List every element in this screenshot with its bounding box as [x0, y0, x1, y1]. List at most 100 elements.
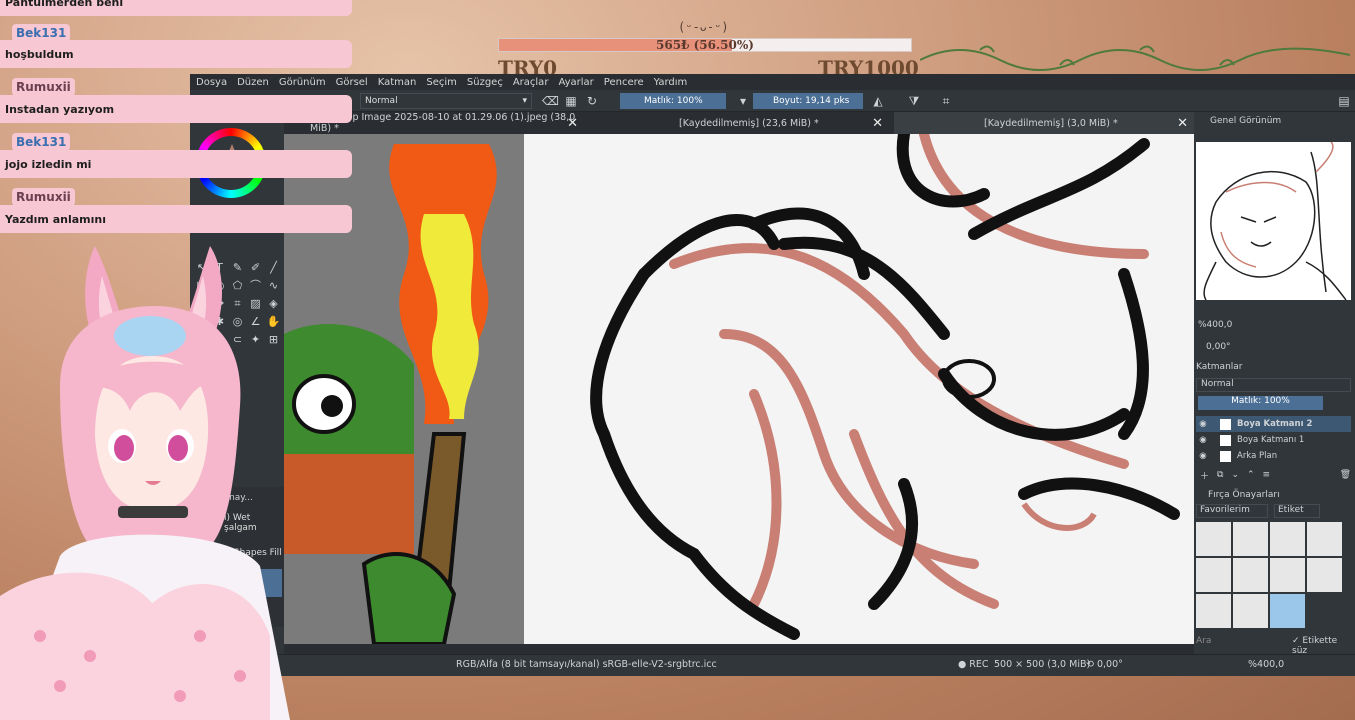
menu-bar: Dosya Düzen Görünüm Görsel Katman Seçim … [190, 74, 1355, 90]
zoom-status[interactable]: %400,0 [1248, 659, 1284, 670]
vtuber-avatar [0, 246, 290, 720]
close-icon[interactable]: ✕ [1177, 116, 1188, 131]
duplicate-layer-icon[interactable]: ⧉ [1217, 470, 1223, 480]
layer-row-arka-plan[interactable]: ◉ Arka Plan [1196, 448, 1351, 464]
tool-options-bar: Normal ▾ ⌫ ▦ ↻ Matlık: 100% ▾ Boyut: 19,1… [190, 90, 1355, 112]
menu-suzgec[interactable]: Süzgeç [467, 77, 503, 88]
mirror-horizontal-icon[interactable]: ◭ [870, 93, 886, 109]
layer-name: Boya Katmanı 1 [1237, 435, 1305, 445]
menu-araclar[interactable]: Araçlar [513, 77, 549, 88]
drawing-canvas[interactable] [524, 134, 1194, 644]
layers-title: Katmanlar [1196, 362, 1243, 372]
overview-zoom-value: %400,0 [1198, 320, 1233, 330]
opacity-slider[interactable]: Matlık: 100% [620, 93, 726, 109]
workspace-icon[interactable]: ▤ [1336, 93, 1352, 109]
eye-icon[interactable]: ◉ [1196, 451, 1210, 461]
brush-preset[interactable] [1233, 558, 1268, 592]
menu-ayarlar[interactable]: Ayarlar [558, 77, 593, 88]
canvas-area[interactable] [284, 134, 1194, 644]
brush-preset[interactable] [1307, 558, 1342, 592]
layer-thumbnail [1220, 450, 1231, 462]
menu-pencere[interactable]: Pencere [604, 77, 644, 88]
eraser-icon[interactable]: ⌫ [542, 93, 559, 109]
chat-message: Instadan yazıyom [0, 95, 352, 123]
move-down-icon[interactable]: ⌄ [1231, 470, 1239, 480]
tab-unsaved-2[interactable]: [Kaydedilmemiş] (3,0 MiB) * ✕ [894, 112, 1194, 134]
chat-message: Pantulmerden beni [0, 0, 352, 16]
brush-preset[interactable] [1270, 594, 1305, 628]
menu-gorsel[interactable]: Görsel [336, 77, 368, 88]
overview-zoom[interactable]: %400,0 [1196, 320, 1351, 330]
brush-preset[interactable] [1307, 522, 1342, 556]
reload-icon[interactable]: ↻ [584, 93, 600, 109]
menu-dosya[interactable]: Dosya [196, 77, 227, 88]
brush-docker-header: Fırça Önayarları [1196, 488, 1351, 502]
close-icon[interactable]: ✕ [872, 116, 883, 131]
brush-preset[interactable] [1196, 522, 1231, 556]
tab-unsaved-1[interactable]: [Kaydedilmemiş] (23,6 MiB) * ✕ [589, 112, 889, 134]
overview-drawing [1203, 141, 1347, 301]
rotation-field[interactable]: 0,00° [1206, 342, 1231, 352]
layer-row-boya-1[interactable]: ◉ Boya Katmanı 1 [1196, 432, 1351, 448]
right-dockers: Genel Görünüm %400,0 0,00° Katmanlar Nor… [1194, 112, 1355, 656]
eye-icon[interactable]: ◉ [1196, 435, 1210, 445]
donation-goal-text: 565₺ (56.50%) [656, 38, 754, 52]
delete-layer-icon[interactable]: 🗑 [1340, 470, 1351, 480]
brush-search-input[interactable]: Ara [1196, 636, 1211, 646]
layer-row-boya-2[interactable]: ◉ Boya Katmanı 2 [1196, 416, 1351, 432]
brush-preset[interactable] [1233, 594, 1268, 628]
chat-message: Yazdım anlamını [0, 205, 352, 233]
chat-message: jojo izledin mi [0, 150, 352, 178]
brush-preset[interactable] [1270, 558, 1305, 592]
brush-preset[interactable] [1233, 522, 1268, 556]
rec-indicator[interactable]: ● REC [958, 659, 989, 670]
blend-mode-select[interactable]: Normal ▾ [360, 93, 532, 109]
filter-in-tag-checkbox[interactable]: ✓ Etikette süz [1292, 636, 1355, 656]
layer-name: Boya Katmanı 2 [1237, 419, 1313, 429]
krita-window: Dosya Düzen Görünüm Görsel Katman Seçim … [190, 74, 1355, 676]
chat-username: Bek131 [12, 133, 71, 151]
chevron-down-icon[interactable]: ▾ [735, 93, 751, 109]
crop-icon[interactable]: ⌗ [938, 93, 954, 109]
layer-thumbnail [1220, 418, 1231, 430]
layer-actions: ＋ ⧉ ⌄ ⌃ ≡ 🗑 [1196, 468, 1351, 482]
chat-message: hoşbuldum [0, 40, 352, 68]
overview-thumbnail[interactable] [1196, 141, 1351, 301]
menu-gorunum[interactable]: Görünüm [279, 77, 326, 88]
add-layer-icon[interactable]: ＋ [1200, 469, 1209, 482]
mirror-vertical-icon[interactable]: ⧩ [906, 93, 922, 109]
brush-preset[interactable] [1270, 522, 1305, 556]
brush-size-slider[interactable]: Boyut: 19,14 pks [753, 93, 863, 109]
layer-opacity-slider[interactable]: Matlık: 100% [1198, 396, 1323, 410]
tag-select[interactable]: Etiket [1274, 504, 1320, 518]
layer-thumbnail [1220, 434, 1231, 446]
chevron-down-icon: ▾ [522, 96, 527, 106]
menu-yardim[interactable]: Yardım [654, 77, 688, 88]
vine-decoration [920, 45, 1350, 71]
properties-icon[interactable]: ≡ [1263, 470, 1271, 480]
filter-in-tag-label: Etikette süz [1292, 636, 1338, 656]
menu-katman[interactable]: Katman [378, 77, 417, 88]
alpha-lock-icon[interactable]: ▦ [563, 93, 579, 109]
layer-name: Arka Plan [1237, 451, 1278, 461]
menu-duzen[interactable]: Düzen [237, 77, 269, 88]
brush-preset[interactable] [1196, 558, 1231, 592]
chat-username: Rumuxii [12, 188, 75, 206]
document-tabs: WhatsApp Image 2025-08-10 at 01.29.06 (1… [284, 112, 1194, 134]
canvas-horizontal-scrollbar[interactable] [284, 644, 1194, 654]
close-icon[interactable]: ✕ [567, 116, 578, 131]
overview-docker-header: Genel Görünüm [1196, 114, 1351, 128]
goal-face: (ᵕ-ᴗ-ᵕ) [678, 20, 729, 34]
menu-secim[interactable]: Seçim [426, 77, 457, 88]
favorites-select[interactable]: Favorilerim [1196, 504, 1268, 518]
layer-blend-select[interactable]: Normal [1196, 378, 1351, 392]
layers-docker-header: Katmanlar [1196, 360, 1351, 374]
tab-label: [Kaydedilmemiş] (3,0 MiB) * [984, 117, 1118, 129]
brush-preset[interactable] [1196, 594, 1231, 628]
chat-username: Rumuxii [12, 78, 75, 96]
brush-preset-grid [1196, 522, 1344, 628]
brush-docker-title: Fırça Önayarları [1208, 490, 1280, 500]
blend-mode-value: Normal [365, 96, 398, 106]
move-up-icon[interactable]: ⌃ [1247, 470, 1255, 480]
eye-icon[interactable]: ◉ [1196, 419, 1210, 429]
